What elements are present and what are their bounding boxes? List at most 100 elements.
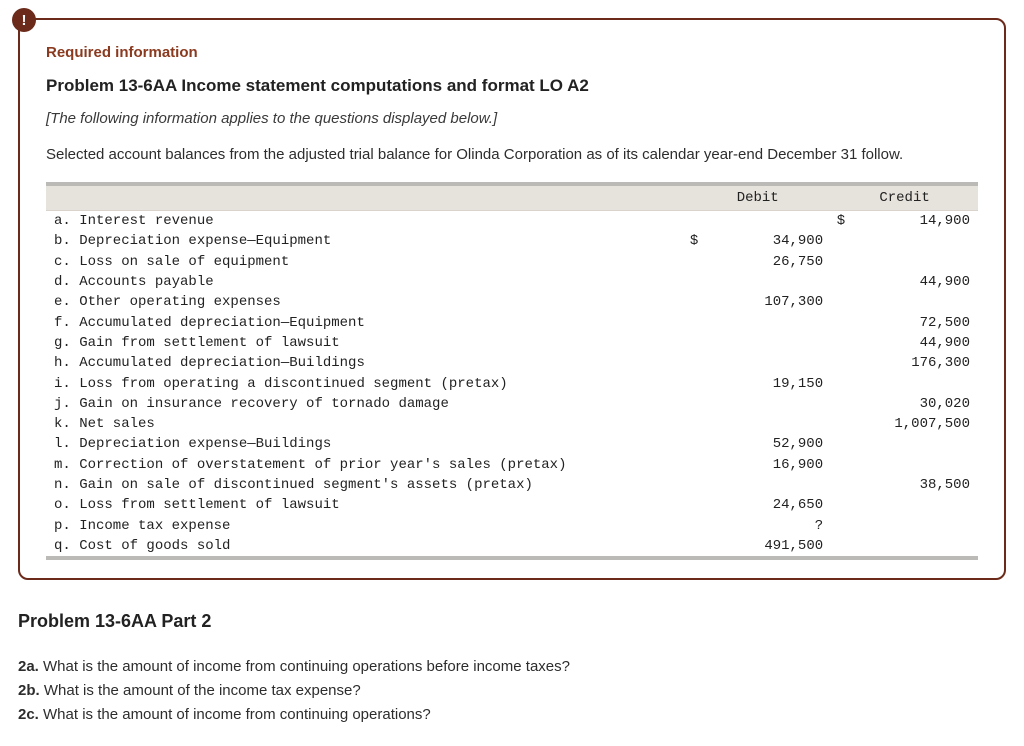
row-label: d. Accounts payable <box>46 272 684 292</box>
table-row: e. Other operating expenses107,300 <box>46 292 978 312</box>
debit-amount <box>698 333 831 353</box>
question-line: 2a. What is the amount of income from co… <box>18 656 1006 678</box>
debit-amount: 19,150 <box>698 374 831 394</box>
question-number: 2c. <box>18 706 39 723</box>
debit-amount <box>698 211 831 232</box>
debit-amount: 52,900 <box>698 434 831 454</box>
debit-symbol <box>684 252 698 272</box>
question-number: 2a. <box>18 658 39 675</box>
question-text: What is the amount of income from contin… <box>39 658 570 675</box>
credit-amount: 1,007,500 <box>845 414 978 434</box>
trial-balance-table: Debit Credit a. Interest revenue$14,900b… <box>46 186 978 556</box>
debit-amount: 34,900 <box>698 231 831 251</box>
credit-amount <box>845 292 978 312</box>
credit-amount: 38,500 <box>845 475 978 495</box>
col-credit: Credit <box>831 186 978 211</box>
credit-amount <box>845 455 978 475</box>
problem-card: ! Required information Problem 13-6AA In… <box>18 18 1006 580</box>
credit-symbol <box>831 455 845 475</box>
credit-symbol <box>831 313 845 333</box>
credit-amount: 30,020 <box>845 394 978 414</box>
table-row: p. Income tax expense? <box>46 516 978 536</box>
part2-title: Problem 13-6AA Part 2 <box>18 608 1006 634</box>
debit-amount: ? <box>698 516 831 536</box>
credit-amount: 176,300 <box>845 353 978 373</box>
trial-balance-table-wrap: Debit Credit a. Interest revenue$14,900b… <box>46 182 978 560</box>
debit-amount: 26,750 <box>698 252 831 272</box>
credit-symbol <box>831 414 845 434</box>
debit-amount: 16,900 <box>698 455 831 475</box>
table-row: o. Loss from settlement of lawsuit 24,650 <box>46 495 978 515</box>
table-row: d. Accounts payable 44,900 <box>46 272 978 292</box>
debit-symbol <box>684 292 698 312</box>
table-row: j. Gain on insurance recovery of tornado… <box>46 394 978 414</box>
question-line: 2b. What is the amount of the income tax… <box>18 680 1006 702</box>
questions-block: 2a. What is the amount of income from co… <box>18 656 1006 725</box>
problem-title: Problem 13-6AA Income statement computat… <box>46 74 978 99</box>
credit-amount <box>845 252 978 272</box>
row-label: b. Depreciation expense—Equipment <box>46 231 684 251</box>
credit-symbol <box>831 292 845 312</box>
question-text: What is the amount of income from contin… <box>39 706 431 723</box>
row-label: p. Income tax expense <box>46 516 684 536</box>
table-row: g. Gain from settlement of lawsuit44,900 <box>46 333 978 353</box>
table-row: f. Accumulated depreciation—Equipment72,… <box>46 313 978 333</box>
col-debit: Debit <box>684 186 831 211</box>
debit-symbol <box>684 455 698 475</box>
debit-symbol <box>684 272 698 292</box>
required-info-label: Required information <box>46 42 978 64</box>
debit-symbol <box>684 536 698 556</box>
row-label: f. Accumulated depreciation—Equipment <box>46 313 684 333</box>
credit-symbol <box>831 434 845 454</box>
row-label: g. Gain from settlement of lawsuit <box>46 333 684 353</box>
debit-symbol: $ <box>684 231 698 251</box>
debit-symbol <box>684 434 698 454</box>
debit-amount: 491,500 <box>698 536 831 556</box>
credit-amount: 14,900 <box>845 211 978 232</box>
row-label: q. Cost of goods sold <box>46 536 684 556</box>
credit-symbol <box>831 475 845 495</box>
debit-symbol <box>684 394 698 414</box>
credit-symbol <box>831 272 845 292</box>
applies-note: [The following information applies to th… <box>46 108 978 130</box>
debit-amount <box>698 353 831 373</box>
debit-amount <box>698 475 831 495</box>
credit-amount: 44,900 <box>845 272 978 292</box>
debit-amount: 24,650 <box>698 495 831 515</box>
credit-symbol <box>831 252 845 272</box>
table-row: n. Gain on sale of discontinued segment'… <box>46 475 978 495</box>
debit-symbol <box>684 333 698 353</box>
row-label: o. Loss from settlement of lawsuit <box>46 495 684 515</box>
table-row: k. Net sales 1,007,500 <box>46 414 978 434</box>
row-label: a. Interest revenue <box>46 211 684 232</box>
credit-symbol <box>831 536 845 556</box>
debit-amount <box>698 414 831 434</box>
row-label: m. Correction of overstatement of prior … <box>46 455 684 475</box>
row-label: k. Net sales <box>46 414 684 434</box>
credit-symbol <box>831 231 845 251</box>
row-label: j. Gain on insurance recovery of tornado… <box>46 394 684 414</box>
credit-amount <box>845 536 978 556</box>
question-text: What is the amount of the income tax exp… <box>40 682 361 699</box>
row-label: l. Depreciation expense—Buildings <box>46 434 684 454</box>
credit-symbol <box>831 495 845 515</box>
table-row: m. Correction of overstatement of prior … <box>46 455 978 475</box>
table-row: c. Loss on sale of equipment26,750 <box>46 252 978 272</box>
debit-amount: 107,300 <box>698 292 831 312</box>
row-label: n. Gain on sale of discontinued segment'… <box>46 475 684 495</box>
col-blank <box>46 186 684 211</box>
credit-amount <box>845 374 978 394</box>
credit-symbol <box>831 516 845 536</box>
table-row: a. Interest revenue$14,900 <box>46 211 978 232</box>
debit-symbol <box>684 313 698 333</box>
table-row: h. Accumulated depreciation—Buildings 176… <box>46 353 978 373</box>
table-row: q. Cost of goods sold 491,500 <box>46 536 978 556</box>
alert-badge-icon: ! <box>12 8 36 32</box>
debit-amount <box>698 272 831 292</box>
question-line: 2c. What is the amount of income from co… <box>18 704 1006 726</box>
row-label: h. Accumulated depreciation—Buildings <box>46 353 684 373</box>
question-number: 2b. <box>18 682 40 699</box>
debit-symbol <box>684 516 698 536</box>
row-label: i. Loss from operating a discontinued se… <box>46 374 684 394</box>
credit-symbol <box>831 353 845 373</box>
